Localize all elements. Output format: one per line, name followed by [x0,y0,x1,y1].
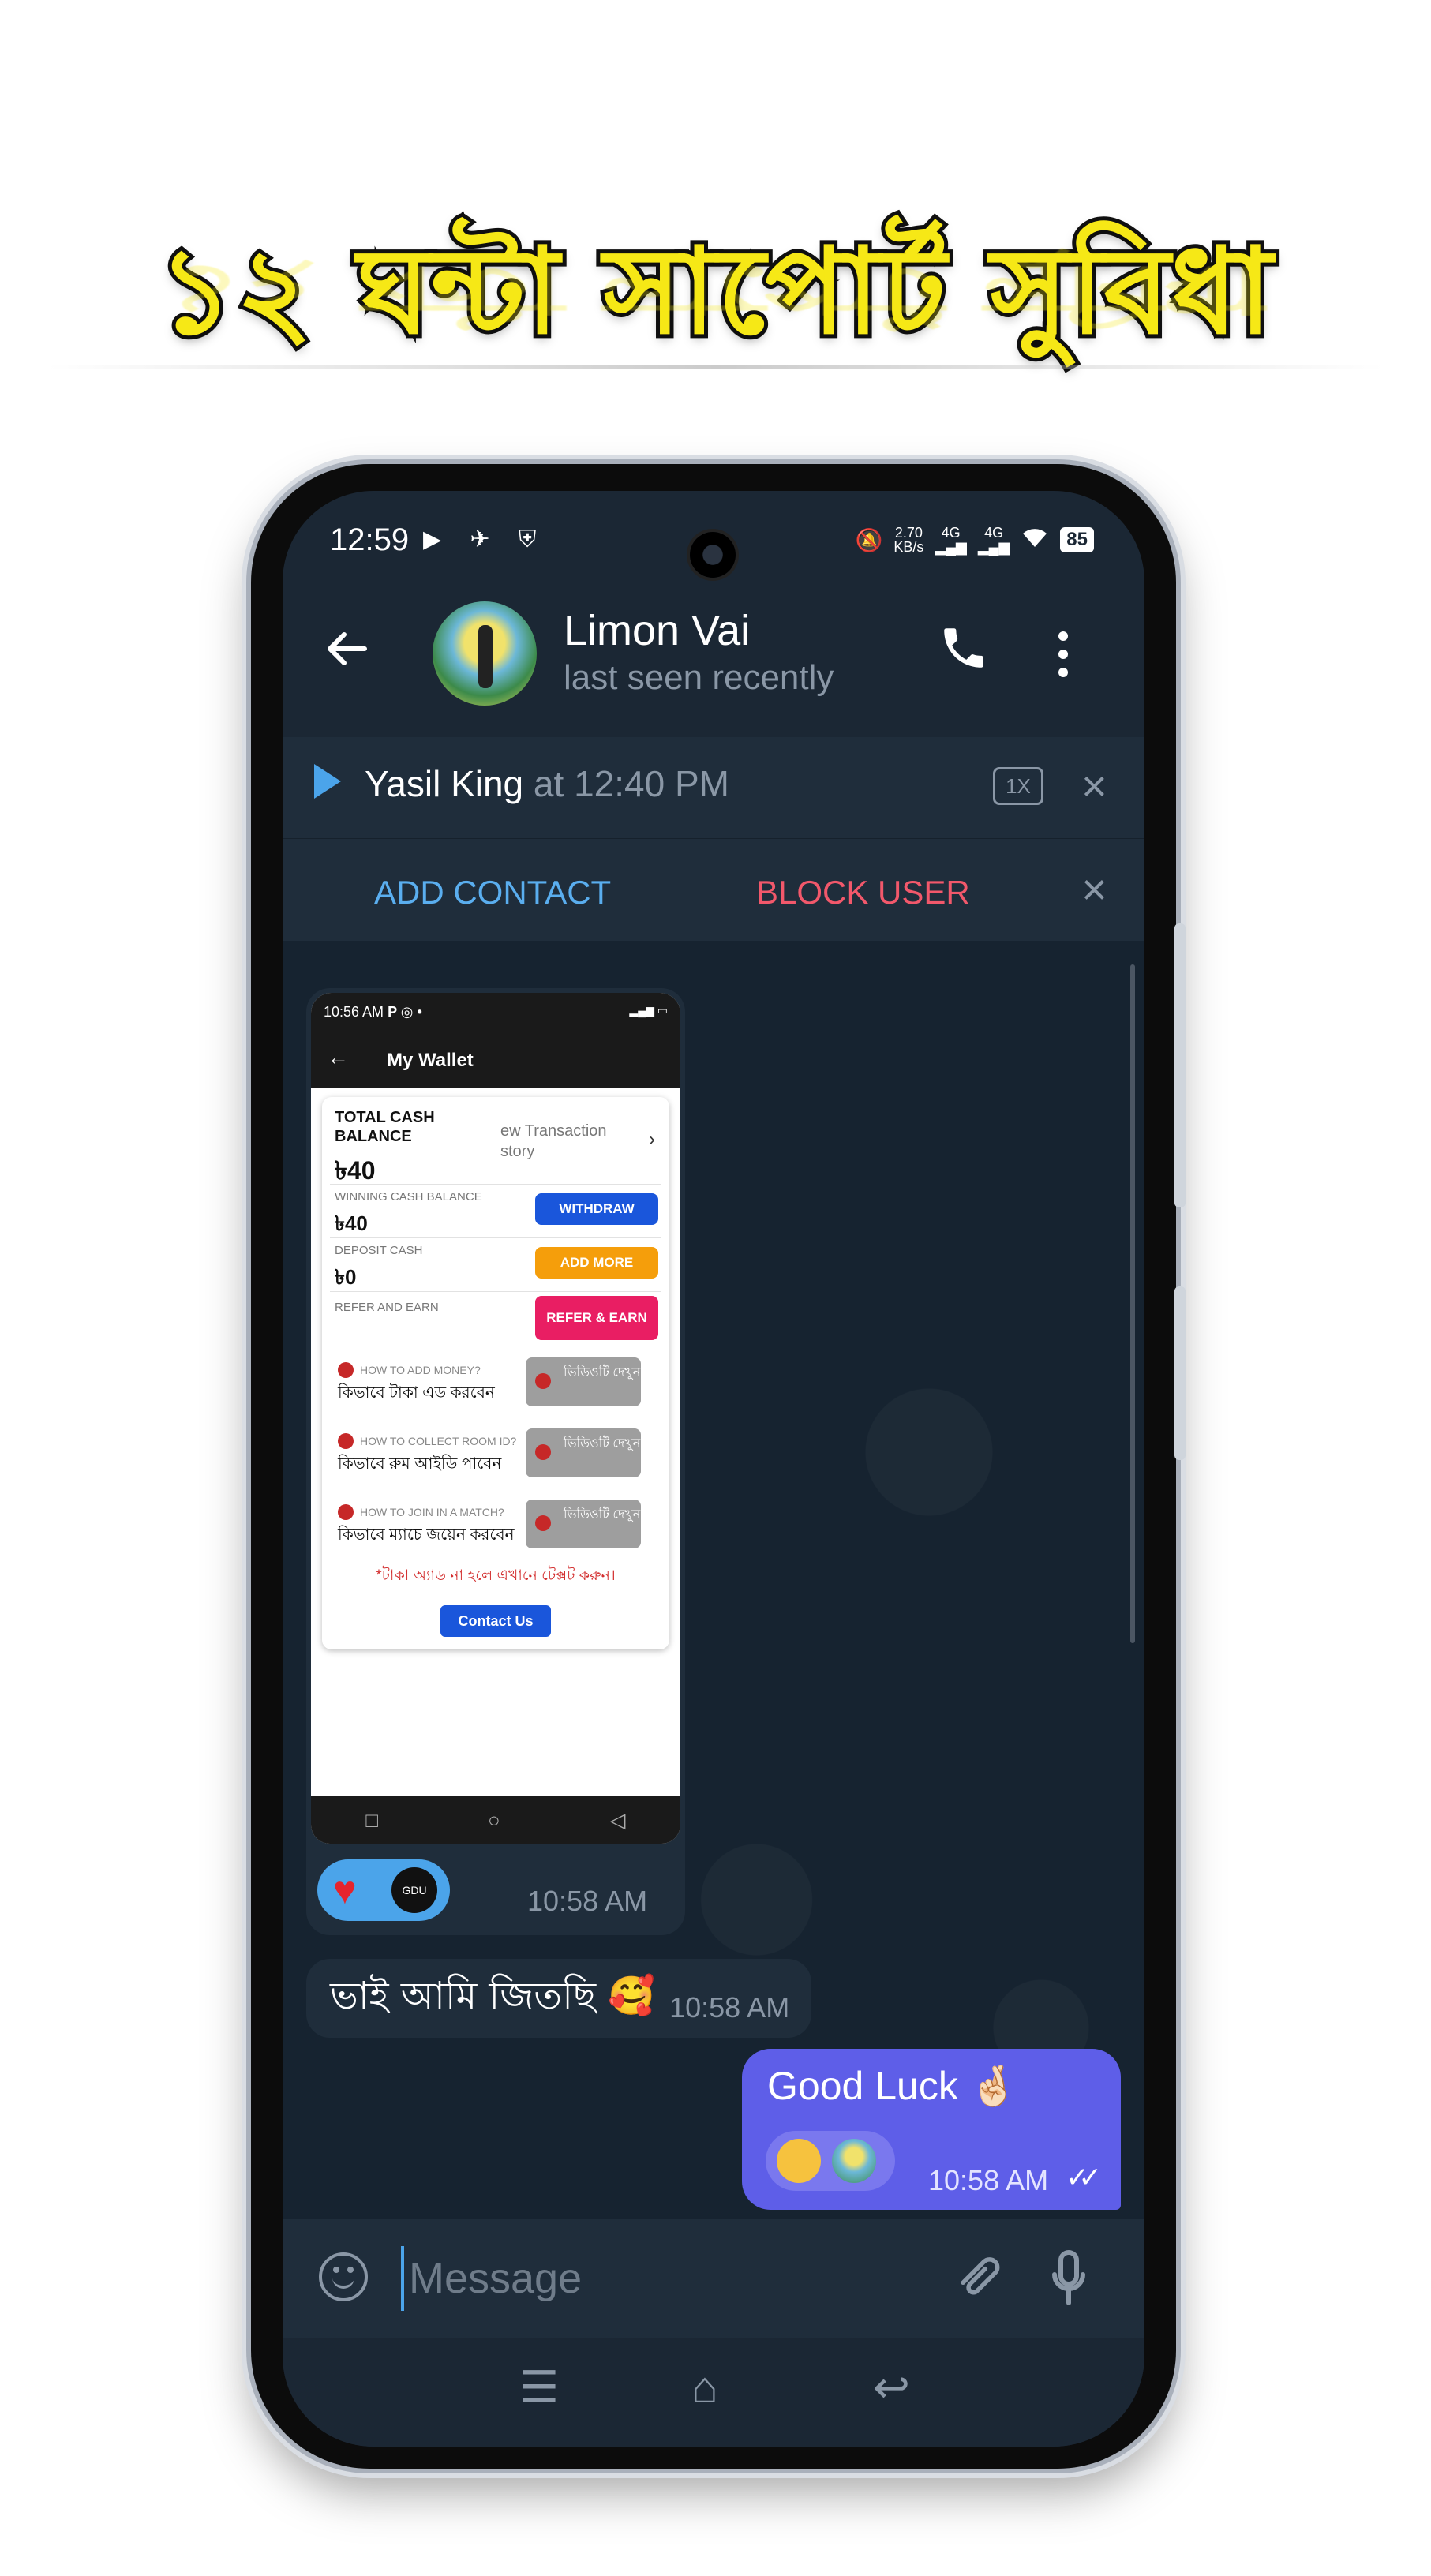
outgoing-message[interactable]: Good Luck 🤞🏻 10:58 AM ✓✓ [742,2049,1121,2210]
youtube-icon [338,1504,354,1520]
add-contact-button[interactable]: ADD CONTACT [374,874,611,912]
reactions-pill[interactable]: ♥ GDU [317,1859,450,1921]
play-icon[interactable] [314,764,341,799]
withdraw-button: WITHDRAW [535,1193,658,1225]
audio-time: at 12:40 PM [533,763,729,804]
wifi-icon [1021,526,1049,554]
battery-indicator: 85 [1060,527,1094,552]
contact-us-button: Contact Us [440,1605,551,1637]
paperclip-icon[interactable] [935,2241,1017,2322]
add-money-note: *টাকা অ্যাড না হলে এখানে টেক্সট করুন। [376,1567,616,1584]
volume-button [1174,923,1186,1208]
heart-icon: ♥ [333,1868,357,1912]
youtube-icon [338,1433,354,1449]
message-text: Good Luck 🤞🏻 [767,2064,1018,2108]
message-time: 10:58 AM [669,1991,790,2024]
winning-cash-label: WINNING CASH BALANCE [335,1190,482,1204]
deposit-cash-label: DEPOSIT CASH [335,1244,423,1257]
reactor-avatar [832,2139,876,2183]
help-answer: কিভাবে রুম আইডি পাবেন [338,1455,502,1473]
audio-author[interactable]: Yasil King at 12:40 PM [365,762,729,805]
screenshot-back-icon: ← [327,1045,349,1069]
status-time: 12:59 [330,522,410,557]
more-vertical-icon[interactable] [1051,627,1075,682]
avatar-figure [478,625,493,688]
emoji-icon[interactable] [319,2252,368,2301]
phone-screen: 12:59 ▶ ✈ ⛨ 🔕 2.70 KB/s 4G ▂▄▆ 4G ▂▄▆ 85 Li… [283,491,1144,2447]
total-cash-amount: ৳40 [335,1156,376,1185]
chevron-right-icon: › [649,1129,655,1150]
watch-video-button: ভিডিওটি দেখুন [526,1357,641,1406]
home-icon[interactable]: ⌂ [691,2361,718,2413]
back-icon[interactable]: ↩ [873,2361,910,2413]
contact-status: last seen recently [564,658,834,697]
screenshot-title: My Wallet [387,1050,474,1071]
help-question: HOW TO JOIN IN A MATCH? [360,1506,504,1518]
double-check-icon: ✓✓ [1066,2161,1102,2193]
scrollbar[interactable] [1130,964,1135,1643]
reactions-pill[interactable] [766,2131,895,2191]
refer-earn-label: REFER AND EARN [335,1301,439,1314]
incoming-message[interactable]: ভাই আমি জিতছি 🥰 10:58 AM [306,1959,812,2038]
wallet-card: TOTAL CASH BALANCE ৳40 ew Transaction st… [322,1097,669,1649]
audio-player-bar: Yasil King at 12:40 PM 1X × [283,737,1144,838]
shared-screenshot[interactable]: 10:56 AM P ◎ • ▂▄▆ ▭ ← My Wallet TOTAL C… [311,993,680,1844]
headline-shine [47,365,1384,369]
contact-actions-bar: ADD CONTACT BLOCK USER × [283,838,1144,942]
help-answer: কিভাবে ম্যাচে জয়েন করবেন [338,1526,515,1544]
mute-icon: 🔕 [855,527,883,552]
playback-speed-button[interactable]: 1X [993,767,1043,805]
system-nav-bar: ☰ ⌂ ↩ [283,2338,1144,2447]
screenshot-nav-bar: □ ○ ◁ [311,1796,680,1844]
screenshot-title-bar: ← My Wallet [311,1032,680,1088]
power-button [1174,1286,1186,1460]
help-question: HOW TO COLLECT ROOM ID? [360,1435,517,1447]
divider [330,1291,661,1292]
net-speed: 2.70 KB/s [893,525,924,555]
reactor-avatar: GDU [391,1867,437,1913]
phone-icon[interactable] [938,622,996,680]
media-message[interactable]: 10:56 AM P ◎ • ▂▄▆ ▭ ← My Wallet TOTAL C… [306,988,685,1935]
notification-icons: ▶ ✈ ⛨ [423,526,548,552]
chat-header: Limon Vai last seen recently [283,586,1144,736]
smiling-face-icon [777,2139,821,2183]
divider [330,1184,661,1185]
status-bar: 12:59 ▶ ✈ ⛨ 🔕 2.70 KB/s 4G ▂▄▆ 4G ▂▄▆ 85 [283,522,1144,578]
message-input[interactable] [401,2246,805,2311]
message-text: ভাই আমি জিতছি 🥰 [330,1973,656,2018]
message-input-bar [283,2219,1144,2338]
close-icon[interactable]: × [1081,867,1107,912]
watch-video-button: ভিডিওটি দেখুন [526,1428,641,1477]
recents-icon[interactable]: ☰ [519,2361,559,2413]
view-transactions: ew Transaction story [500,1122,607,1160]
watch-video-button: ভিডিওটি দেখুন [526,1500,641,1548]
add-more-button: ADD MORE [535,1247,658,1279]
youtube-icon [338,1362,354,1378]
contact-avatar[interactable] [433,601,537,706]
signal-icon-1: 4G ▂▄▆ [935,525,967,555]
help-answer: কিভাবে টাকা এড করবেন [338,1384,495,1402]
refer-earn-button: REFER & EARN [535,1296,658,1340]
screenshot-status-bar: 10:56 AM P ◎ • ▂▄▆ ▭ [311,993,680,1032]
total-cash-label: TOTAL CASH BALANCE [335,1109,435,1145]
message-time: 10:58 AM [928,2164,1049,2196]
chat-area[interactable]: 10:56 AM P ◎ • ▂▄▆ ▭ ← My Wallet TOTAL C… [283,941,1144,2219]
message-time: 10:58 AM [527,1885,648,1917]
back-arrow-icon[interactable] [324,625,379,680]
headline-reflection: ১২ ঘন্টা সাপোর্ট সুবিধা [167,251,1264,328]
signal-icon-2: 4G ▂▄▆ [977,525,1010,555]
divider [330,1237,661,1238]
block-user-button[interactable]: BLOCK USER [756,874,970,912]
close-icon[interactable]: × [1081,764,1107,808]
microphone-icon[interactable] [1051,2249,1085,2309]
contact-name[interactable]: Limon Vai [564,606,750,655]
help-question: HOW TO ADD MONEY? [360,1364,481,1376]
